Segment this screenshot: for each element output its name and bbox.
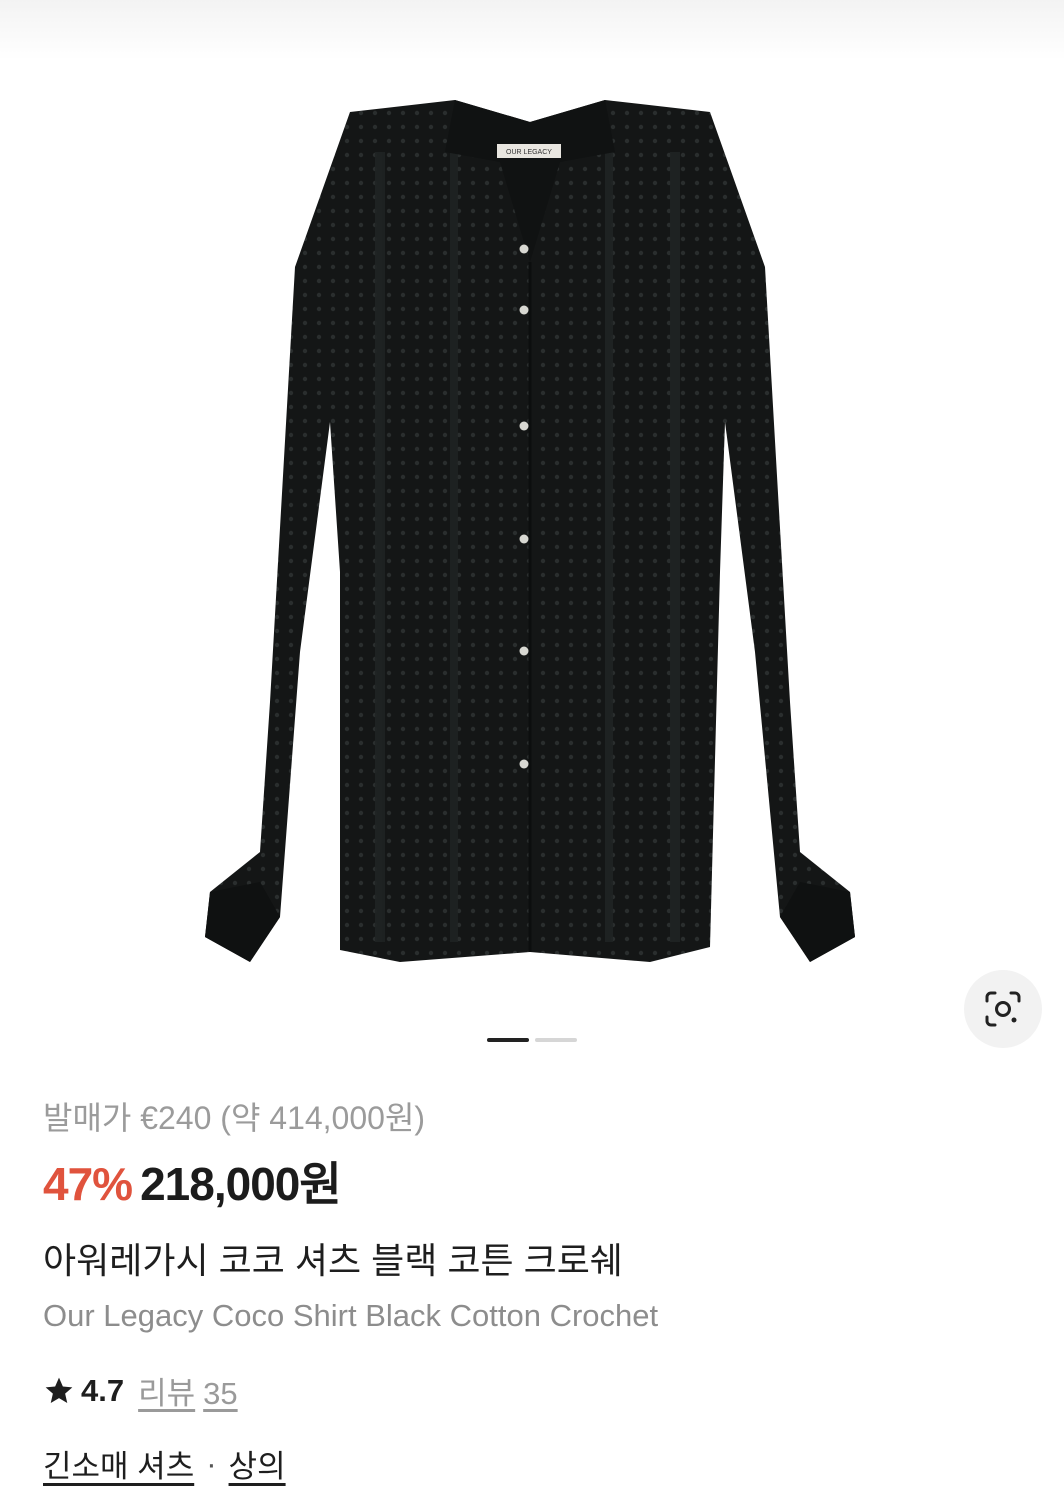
carousel-pager — [487, 1038, 577, 1042]
discount-rate: 47% — [43, 1158, 133, 1210]
review-count: 35 — [203, 1376, 238, 1411]
category-separator: · — [206, 1445, 217, 1481]
category-link-main[interactable]: 상의 — [229, 1441, 286, 1486]
product-image-carousel[interactable]: OUR LEGACY — [0, 0, 1064, 1060]
category-link-sub[interactable]: 긴소매 셔츠 — [43, 1441, 194, 1486]
category-breadcrumb: 긴소매 셔츠 · 상의 — [43, 1441, 1023, 1486]
product-info: 발매가 €240 (약 414,000원) 47% 218,000원 아워레가시… — [43, 1092, 1023, 1486]
pager-dot-2[interactable] — [535, 1038, 577, 1042]
image-search-button[interactable] — [964, 970, 1042, 1048]
star-icon — [45, 1377, 73, 1403]
rating-row: 4.7 리뷰 35 — [43, 1368, 1023, 1413]
pager-dot-1[interactable] — [487, 1038, 529, 1042]
rating-value: 4.7 — [81, 1372, 125, 1408]
price-row: 47% 218,000원 — [43, 1148, 1023, 1214]
image-search-icon — [985, 991, 1021, 1027]
sale-price: 218,000원 — [140, 1158, 342, 1210]
product-name-english: Our Legacy Coco Shirt Black Cotton Croch… — [43, 1298, 659, 1333]
review-link[interactable]: 리뷰 35 — [138, 1368, 238, 1413]
original-price: 발매가 €240 (약 414,000원) — [43, 1100, 426, 1136]
review-label: 리뷰 — [138, 1376, 196, 1411]
product-photo-shirt: OUR LEGACY — [205, 100, 855, 962]
brand-label-tag: OUR LEGACY — [506, 149, 552, 156]
product-name-korean: 아워레가시 코코 셔츠 블랙 코튼 크로쉐 — [43, 1240, 623, 1281]
